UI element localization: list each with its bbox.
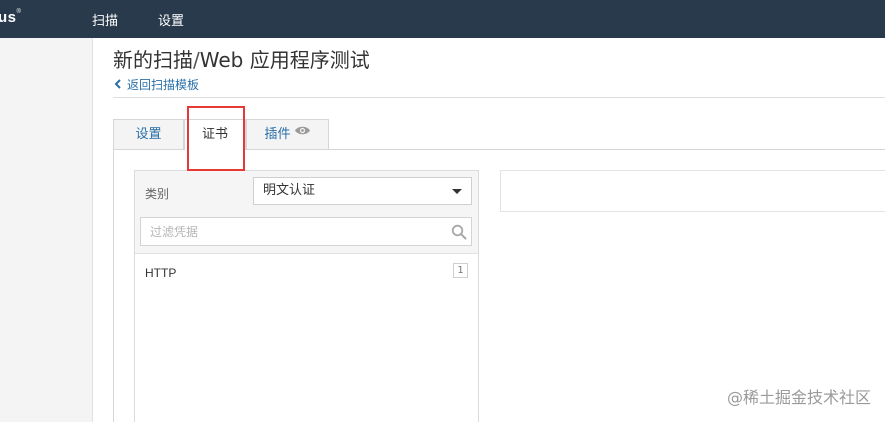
category-select-value: 明文认证	[263, 183, 316, 198]
tab-settings-label: 设置	[135, 127, 162, 142]
header-divider	[113, 97, 885, 98]
annotation-highlight-box	[187, 106, 245, 171]
tab-settings[interactable]: 设置	[113, 119, 184, 149]
category-select[interactable]: 明文认证	[253, 177, 472, 205]
filter-row	[135, 212, 478, 254]
category-label: 类别	[145, 187, 170, 201]
top-nav-bar: us® 扫描 设置	[0, 0, 885, 38]
tab-plugins[interactable]: 插件	[246, 119, 329, 149]
search-icon[interactable]	[451, 224, 467, 240]
page-title: 新的扫描/Web 应用程序测试	[113, 44, 370, 73]
credential-count-badge: 1	[453, 263, 468, 278]
filter-credentials-input[interactable]	[140, 217, 472, 246]
chevron-left-icon	[114, 78, 124, 92]
credentials-panel: 类别 明文认证 HTTP 1	[134, 170, 479, 422]
nav-settings[interactable]: 设置	[158, 10, 184, 29]
eye-icon[interactable]	[294, 118, 311, 148]
credential-item-label: HTTP	[145, 266, 177, 280]
page-title-rest: Web 应用程序测试	[199, 48, 370, 72]
content-left-border	[113, 150, 114, 422]
page-title-main: 新的扫描	[113, 48, 193, 72]
caret-down-icon	[452, 189, 462, 194]
category-row: 类别 明文认证	[135, 171, 478, 213]
credential-item-http[interactable]: HTTP 1	[135, 254, 478, 290]
page-title-separator: /	[193, 48, 200, 72]
credential-detail-panel	[500, 170, 885, 212]
back-link-label: 返回扫描模板	[127, 78, 200, 92]
back-to-templates-link[interactable]: 返回扫描模板	[114, 76, 199, 93]
watermark: @稀土掘金技术社区	[726, 388, 871, 407]
nav-scans[interactable]: 扫描	[92, 10, 118, 29]
tab-plugins-label: 插件	[264, 127, 291, 142]
left-sidebar	[0, 38, 93, 422]
app-logo[interactable]: us®	[0, 9, 21, 26]
